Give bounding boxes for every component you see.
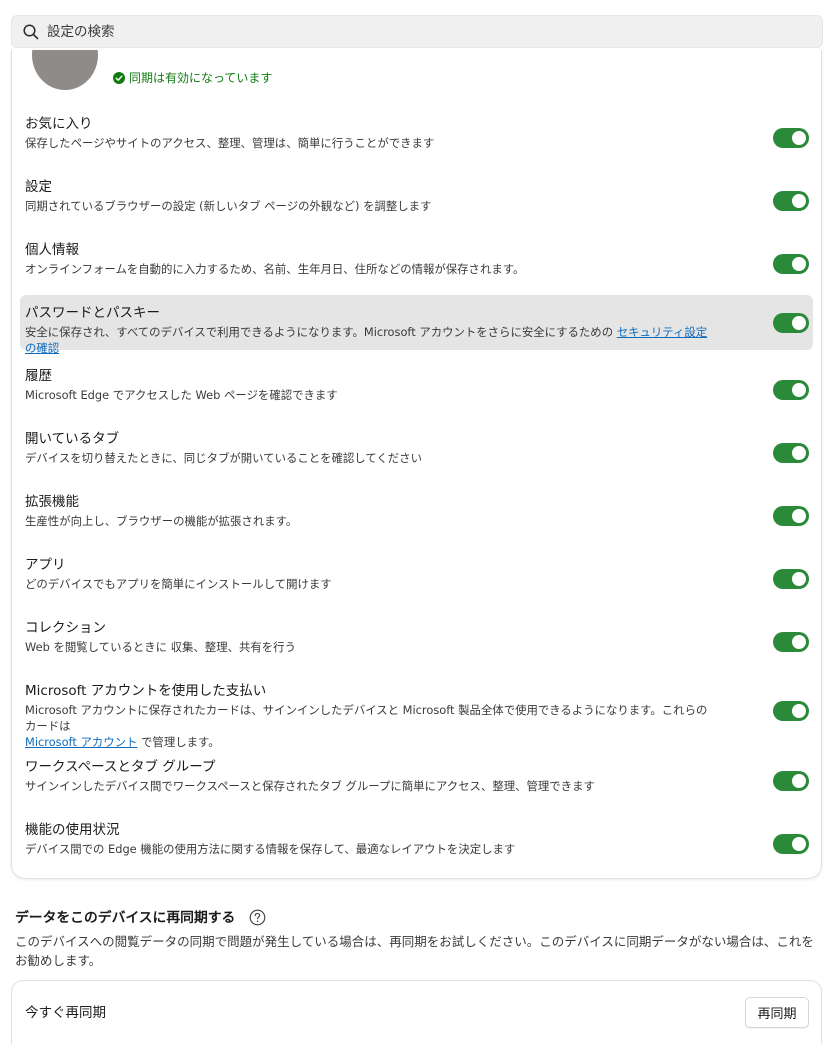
sync-item-settings: 設定 同期されているブラウザーの設定 (新しいタブ ページの外観など) を調整し… [20,169,813,232]
resync-heading: データをこのデバイスに再同期する [15,906,820,926]
avatar [32,50,98,90]
sync-items-list: お気に入り 保存したページやサイトのアクセス、整理、管理は、簡単に行うことができ… [20,106,813,875]
help-icon[interactable] [249,909,266,926]
sync-item-payments: Microsoft アカウントを使用した支払い Microsoft アカウントに… [20,673,813,749]
resync-description: このデバイスへの閲覧データの同期で問題が発生している場合は、再同期をお試しくださ… [15,934,814,968]
collections-toggle[interactable] [773,631,809,652]
resync-now-label: 今すぐ再同期 [25,1005,106,1021]
sync-item-title: パスワードとパスキー [25,305,160,321]
passwords-toggle[interactable] [773,312,809,333]
extensions-toggle[interactable] [773,505,809,526]
microsoft-account-link[interactable]: Microsoft アカウント [25,735,137,749]
sync-item-apps: アプリ どのデバイスでもアプリを簡単にインストールして開けます [20,547,813,610]
feature-usage-toggle[interactable] [773,833,809,854]
sync-items-card: 同期は有効になっています お気に入り 保存したページやサイトのアクセス、整理、管… [11,50,822,879]
sync-item-description: オンラインフォームを自動的に入力するため、名前、生年月日、住所などの情報が保存さ… [25,262,525,276]
settings-toggle[interactable] [773,190,809,211]
sync-item-workspaces: ワークスペースとタブ グループ サインインしたデバイス間でワークスペースと保存さ… [20,749,813,812]
resync-button[interactable]: 再同期 [745,997,809,1028]
payments-toggle[interactable] [773,701,809,721]
open-tabs-toggle[interactable] [773,442,809,463]
sync-item-title: ワークスペースとタブ グループ [25,759,216,775]
sync-item-extensions: 拡張機能 生産性が向上し、ブラウザーの機能が拡張されます。 [20,484,813,547]
sync-item-title: 開いているタブ [25,431,120,447]
sync-item-favorites: お気に入り 保存したページやサイトのアクセス、整理、管理は、簡単に行うことができ… [20,106,813,169]
sync-item-collections: コレクション Web を閲覧しているときに 収集、整理、共有を行う [20,610,813,673]
sync-item-description-text: Microsoft アカウントに保存されたカードは、サインインしたデバイスと M… [25,703,708,733]
sync-item-history: 履歴 Microsoft Edge でアクセスした Web ページを確認できます [20,358,813,421]
sync-item-title: お気に入り [25,116,93,132]
search-input[interactable] [47,23,747,40]
sync-item-title: Microsoft アカウントを使用した支払い [25,683,267,699]
sync-item-title: アプリ [25,557,66,573]
sync-item-description-text: 安全に保存され、すべてのデバイスで利用できるようになります。Microsoft … [25,325,614,339]
personal-info-toggle[interactable] [773,253,809,274]
search-icon [23,23,39,39]
sync-status: 同期は有効になっています [113,69,272,86]
sync-item-title: 個人情報 [25,242,79,258]
search-bar[interactable] [11,15,823,48]
sync-item-description: デバイス間での Edge 機能の使用方法に関する情報を保存して、最適なレイアウト… [25,842,516,856]
sync-item-personal-info: 個人情報 オンラインフォームを自動的に入力するため、名前、生年月日、住所などの情… [20,232,813,295]
favorites-toggle[interactable] [773,127,809,148]
sync-item-description-suffix: で管理します。 [137,735,220,749]
sync-item-title: コレクション [25,620,106,636]
sync-item-open-tabs: 開いているタブ デバイスを切り替えたときに、同じタブが開いていることを確認してく… [20,421,813,484]
sync-item-description: 同期されているブラウザーの設定 (新しいタブ ページの外観など) を調整します [25,199,432,213]
resync-card: 今すぐ再同期 再同期 [11,980,822,1044]
workspaces-toggle[interactable] [773,770,809,791]
sync-item-title: 履歴 [25,368,52,384]
resync-section: データをこのデバイスに再同期する このデバイスへの閲覧データの同期で問題が発生し… [15,906,820,970]
check-circle-icon [113,71,125,84]
resync-heading-text: データをこのデバイスに再同期する [15,910,236,926]
sync-item-description: どのデバイスでもアプリを簡単にインストールして開けます [25,577,332,591]
apps-toggle[interactable] [773,568,809,589]
sync-item-description: サインインしたデバイス間でワークスペースと保存されたタブ グループに簡単にアクセ… [25,779,595,793]
sync-item-description: Microsoft Edge でアクセスした Web ページを確認できます [25,388,338,402]
sync-item-description: デバイスを切り替えたときに、同じタブが開いていることを確認してください [25,451,422,465]
sync-item-description: Microsoft アカウントに保存されたカードは、サインインしたデバイスと M… [25,700,808,750]
sync-status-text: 同期は有効になっています [129,71,273,85]
sync-item-description: 生産性が向上し、ブラウザーの機能が拡張されます。 [25,514,298,528]
sync-item-title: 設定 [25,179,52,195]
sync-item-description: 保存したページやサイトのアクセス、整理、管理は、簡単に行うことができます [25,136,435,150]
sync-item-title: 機能の使用状況 [25,822,120,838]
row-spacer [20,350,813,358]
sync-item-feature-usage: 機能の使用状況 デバイス間での Edge 機能の使用方法に関する情報を保存して、… [20,812,813,875]
sync-item-passwords: パスワードとパスキー 安全に保存され、すべてのデバイスで利用できるようになります… [20,295,813,355]
sync-item-description: Web を閲覧しているときに 収集、整理、共有を行う [25,640,296,654]
history-toggle[interactable] [773,379,809,400]
sync-item-title: 拡張機能 [25,494,79,510]
